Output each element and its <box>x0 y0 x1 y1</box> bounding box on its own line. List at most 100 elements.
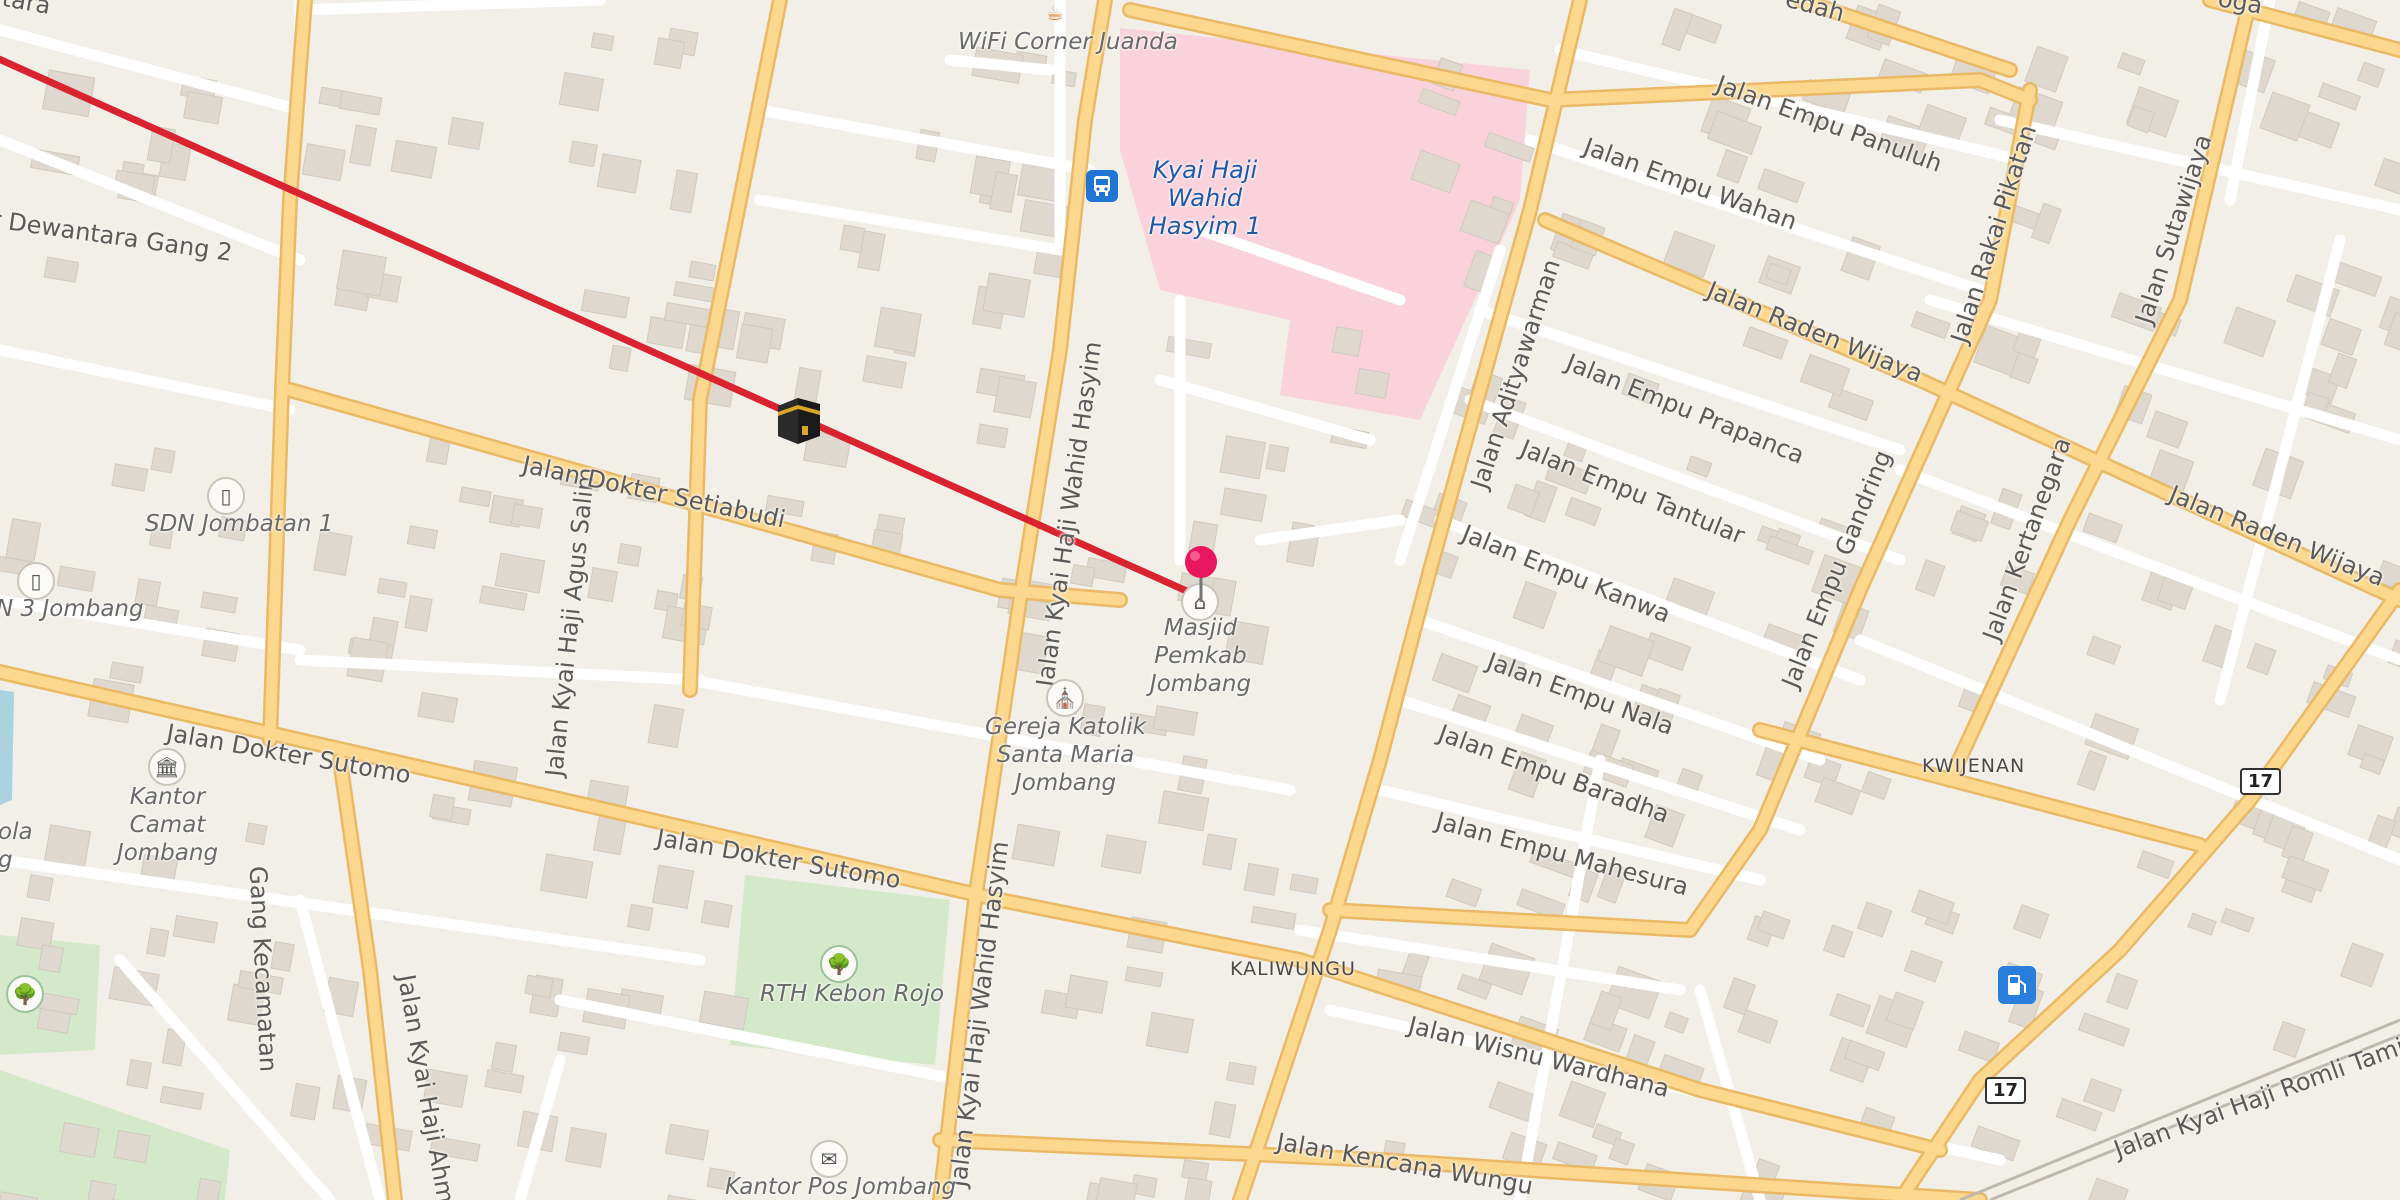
poi-label-sdn-jombatan[interactable]: SDN Jombatan 1 <box>145 510 333 538</box>
route-shield: 17 <box>2240 768 2282 795</box>
poi-label-masjid-pemkab[interactable]: Masjid Pemkab Jombang <box>1118 614 1283 698</box>
building <box>1860 770 1892 801</box>
building <box>490 1041 518 1073</box>
building <box>2187 912 2217 936</box>
building <box>1914 559 1946 597</box>
building <box>494 552 546 594</box>
building <box>557 1031 591 1056</box>
building <box>1165 335 1213 360</box>
building <box>417 691 459 724</box>
building <box>2374 157 2400 200</box>
park-icon[interactable]: 🌳 <box>6 975 44 1013</box>
building <box>113 1129 151 1164</box>
building <box>993 375 1038 419</box>
building <box>182 91 224 125</box>
poi-label-wifi-corner[interactable]: WiFi Corner Juanda <box>958 28 1178 56</box>
bus-stop-icon[interactable] <box>1086 170 1118 202</box>
building <box>2012 904 2050 940</box>
kaaba-icon[interactable] <box>770 392 826 448</box>
building <box>1589 990 1623 1032</box>
building <box>688 260 717 282</box>
park-area-bottom-left <box>0 1070 230 1200</box>
minor-road <box>1254 514 1406 546</box>
map-view[interactable]: Jalan Empu Panuluh Jalan Empu Wahan Jala… <box>0 0 2400 1200</box>
poi-label-kantor-camat[interactable]: Kantor Camat Jombang <box>95 783 240 867</box>
building <box>2106 972 2139 1010</box>
building <box>1829 993 1872 1028</box>
building <box>2246 642 2277 676</box>
building <box>700 900 733 928</box>
building <box>539 853 594 899</box>
building <box>26 874 54 902</box>
building <box>349 124 377 167</box>
building <box>447 116 485 150</box>
building <box>1558 1080 1607 1129</box>
building <box>524 974 554 999</box>
fuel-station-icon[interactable] <box>1998 966 2036 1004</box>
building <box>1431 652 1479 694</box>
church-icon[interactable]: ⛪ <box>1046 679 1084 717</box>
building <box>608 344 632 372</box>
building <box>839 224 866 254</box>
building <box>664 1194 710 1200</box>
building <box>5 517 42 563</box>
building <box>335 249 388 297</box>
route-shield: 17 <box>1985 1077 2027 1104</box>
building <box>1225 1061 1257 1086</box>
building <box>390 139 438 179</box>
building <box>196 1177 222 1200</box>
townhall-icon[interactable]: 🏛 <box>148 748 186 786</box>
building <box>301 143 346 182</box>
building <box>1219 487 1267 523</box>
district-label: KWIJENAN <box>1922 755 2026 777</box>
building <box>1663 1011 1689 1035</box>
building <box>2332 261 2383 298</box>
building <box>1289 873 1319 895</box>
building <box>862 355 907 389</box>
building <box>1716 148 1749 184</box>
poi-label-gereja-katolik[interactable]: Gereja Katolik Santa Maria Jombang <box>958 713 1173 797</box>
building <box>558 71 605 112</box>
building <box>2116 51 2146 76</box>
building <box>56 565 96 593</box>
building <box>1064 974 1109 1014</box>
building <box>159 1085 204 1110</box>
building <box>37 944 65 974</box>
building <box>568 140 598 168</box>
building <box>1243 862 1280 896</box>
building <box>1331 326 1364 357</box>
building <box>982 272 1032 319</box>
building <box>1564 496 1602 527</box>
building <box>1799 353 1851 397</box>
building <box>596 153 642 194</box>
building <box>510 503 544 529</box>
building <box>1737 1008 1779 1045</box>
poi-label-rth-kebon-rojo[interactable]: RTH Kebon Rojo <box>760 980 944 1008</box>
building <box>290 1082 321 1121</box>
building <box>2136 849 2175 880</box>
poi-label-kantor-pos[interactable]: Kantor Pos Jombang <box>725 1173 956 1200</box>
building <box>1354 367 1391 399</box>
minor-road <box>754 194 1066 256</box>
building <box>1512 580 1558 630</box>
bus-stop-label[interactable]: Kyai Haji Wahid Hasyim 1 <box>1120 156 1290 240</box>
building <box>406 525 439 549</box>
building <box>2339 942 2384 988</box>
building <box>580 289 630 319</box>
building <box>2327 352 2358 390</box>
poi-label-n3-jombang[interactable]: N 3 Jombang <box>0 595 144 623</box>
building <box>1910 889 1956 926</box>
building <box>669 169 699 214</box>
building <box>626 903 654 931</box>
building <box>1145 1011 1195 1054</box>
park-icon[interactable]: 🌳 <box>820 945 858 983</box>
building <box>873 306 922 354</box>
building <box>976 423 1009 449</box>
building <box>172 914 219 944</box>
building <box>2320 317 2362 357</box>
building <box>458 486 492 508</box>
map-pin-icon[interactable] <box>1181 544 1221 604</box>
building <box>58 1121 100 1159</box>
building <box>1100 834 1147 875</box>
building <box>1814 776 1862 816</box>
